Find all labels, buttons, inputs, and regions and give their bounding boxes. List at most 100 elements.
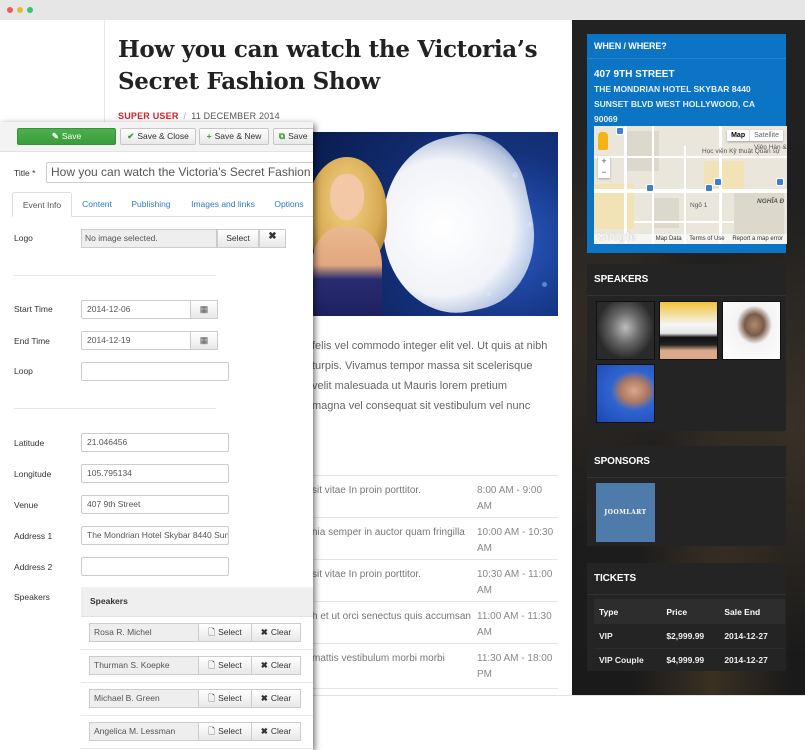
address1-input[interactable]: The Mondrian Hotel Skybar 8440 Sunset	[81, 526, 229, 545]
zoom-out-button[interactable]: −	[598, 167, 610, 178]
speaker-name-input[interactable]: Michael B. Green	[89, 689, 199, 708]
tab-publishing[interactable]: Publishing	[124, 192, 178, 217]
close-icon: ✖	[260, 726, 268, 736]
when-where-module: WHEN / WHERE? 407 9TH STREET THE MONDRIA…	[587, 34, 787, 253]
speaker-clear-button[interactable]: ✖ Clear	[251, 689, 301, 708]
bus-stop-icon	[646, 184, 654, 192]
speaker-name-input[interactable]: Angelica M. Lessman	[89, 722, 199, 741]
logo-label: Logo	[14, 233, 33, 243]
venue-street: 407 9TH STREET	[594, 69, 675, 80]
when-where-heading: WHEN / WHERE?	[587, 34, 786, 59]
speaker-name-input[interactable]: Thurman S. Koepke	[89, 656, 199, 675]
speaker-clear-button[interactable]: ✖ Clear	[251, 656, 301, 675]
end-time-input[interactable]: 2014-12-19	[81, 331, 191, 350]
article-author[interactable]: SUPER USER	[118, 111, 179, 121]
save-as-copy-button[interactable]: ⧉ Save	[273, 128, 313, 145]
speaker-row: Thurman S. Koepke 🗋 Select ✖ Clear	[81, 650, 313, 683]
speaker-select-button[interactable]: 🗋 Select	[198, 722, 252, 741]
tab-images-links[interactable]: Images and links	[184, 192, 262, 217]
clear-label: Clear	[270, 726, 292, 736]
close-icon: ✖	[260, 693, 268, 703]
speaker-avatar[interactable]	[659, 301, 718, 360]
tab-content[interactable]: Content	[74, 192, 120, 217]
ticket-price: $2,999.99	[661, 624, 720, 649]
latitude-input[interactable]: 21.046456	[81, 433, 229, 452]
map-type-control: Map Satellite	[727, 130, 783, 141]
speaker-clear-button[interactable]: ✖ Clear	[251, 722, 301, 741]
calendar-icon[interactable]: ▦	[191, 331, 218, 350]
speaker-avatar[interactable]	[596, 364, 655, 423]
loop-input[interactable]	[81, 362, 229, 381]
start-time-input[interactable]: 2014-12-06	[81, 300, 191, 319]
column-header-type: Type	[594, 599, 662, 624]
speaker-select-button[interactable]: 🗋 Select	[198, 689, 252, 708]
logo-clear-button[interactable]: ✖	[259, 229, 286, 248]
latitude-label: Latitude	[14, 438, 45, 448]
speaker-row: Michael B. Green 🗋 Select ✖ Clear	[81, 683, 313, 716]
venue-input[interactable]: 407 9th Street	[81, 495, 229, 514]
save-close-button[interactable]: ✔ Save & Close	[120, 128, 196, 145]
speaker-avatar[interactable]	[596, 301, 655, 360]
speakers-box-heading: Speakers	[81, 587, 313, 617]
tab-options[interactable]: Options	[267, 192, 311, 217]
bus-stop-icon	[616, 127, 624, 135]
close-icon: ✖	[260, 660, 268, 670]
file-icon: 🗋	[208, 660, 216, 670]
schedule-time: 11:00 AM - 11:30 AM	[477, 611, 552, 638]
tab-event-info[interactable]: Event Info	[12, 192, 72, 217]
clear-label: Clear	[270, 693, 292, 703]
schedule-desc: sit vitae In proin porttitor.	[312, 569, 421, 580]
map-type-map-button[interactable]: Map	[727, 130, 751, 141]
end-time-field: 2014-12-19 ▦	[81, 331, 218, 350]
schedule-time: 10:00 AM - 10:30 AM	[477, 527, 554, 554]
calendar-icon[interactable]: ▦	[191, 300, 218, 319]
maximize-window-button[interactable]	[27, 7, 33, 13]
logo-input[interactable]: No image selected.	[81, 229, 217, 248]
body-line: velit malesuada ut Mauris lorem pretium	[312, 380, 508, 392]
report-map-error-link[interactable]: Report a map error	[732, 236, 783, 242]
title-input[interactable]: How you can watch the Victoria's Secret …	[46, 162, 313, 183]
map-zoom-control[interactable]: + −	[598, 156, 610, 178]
save-new-label: Save & New	[214, 131, 262, 141]
browser-window: How you can watch the Victoria’s Secret …	[0, 0, 805, 750]
map-road	[594, 189, 787, 193]
ticket-price: $4,999.99	[666, 655, 705, 666]
file-icon: 🗋	[208, 693, 216, 703]
divider	[14, 408, 216, 409]
speakers-module: SPEAKERS	[587, 264, 786, 431]
logo-select-button[interactable]: Select	[217, 229, 259, 248]
save-new-button[interactable]: + Save & New	[199, 128, 269, 145]
speaker-avatar[interactable]	[722, 301, 781, 360]
save-button[interactable]: ✎ Save	[17, 128, 116, 145]
sponsor-logo-joomlart[interactable]: JOOMLART	[596, 483, 655, 542]
speaker-select-button[interactable]: 🗋 Select	[198, 656, 252, 675]
address2-input[interactable]	[81, 557, 229, 576]
street-view-pegman-icon[interactable]	[598, 132, 608, 150]
speaker-row: Angelica M. Lessman 🗋 Select ✖ Clear	[81, 716, 313, 749]
speaker-name-input[interactable]: Rosa R. Michel	[89, 623, 199, 642]
speaker-clear-button[interactable]: ✖ Clear	[251, 623, 301, 642]
venue-label: Venue	[14, 500, 39, 510]
terms-of-use-link[interactable]: Terms of Use	[689, 236, 724, 242]
ticket-type: VIP Couple	[599, 655, 644, 666]
address2-label: Address 2	[14, 562, 53, 572]
close-icon: ✖	[260, 627, 268, 637]
article-title: How you can watch the Victoria’s Secret …	[118, 36, 538, 95]
close-icon: ✖	[268, 231, 277, 242]
select-label: Select	[218, 726, 242, 736]
map-data-link[interactable]: Map Data	[656, 236, 682, 242]
article-body: felis vel commodo integer elit vel. Ut q…	[312, 336, 562, 416]
article: How you can watch the Victoria’s Secret …	[118, 20, 558, 121]
hero-image	[312, 132, 558, 316]
speaker-select-button[interactable]: 🗋 Select	[198, 623, 252, 642]
article-date: 11 DECEMBER 2014	[191, 111, 280, 121]
sponsors-heading: SPONSORS	[587, 446, 786, 478]
map-type-satellite-button[interactable]: Satellite	[750, 130, 783, 141]
article-meta: SUPER USER / 11 DECEMBER 2014	[118, 111, 558, 121]
location-map[interactable]: Học viện Kỹ thuật Quân sự Viện Hàn & Côn…	[594, 126, 787, 244]
minimize-window-button[interactable]	[17, 7, 23, 13]
longitude-input[interactable]: 105.795134	[81, 464, 229, 483]
close-window-button[interactable]	[7, 7, 13, 13]
ticket-row: VIP Couple $4,999.99 2014-12-27	[594, 648, 785, 672]
zoom-in-button[interactable]: +	[598, 156, 610, 167]
